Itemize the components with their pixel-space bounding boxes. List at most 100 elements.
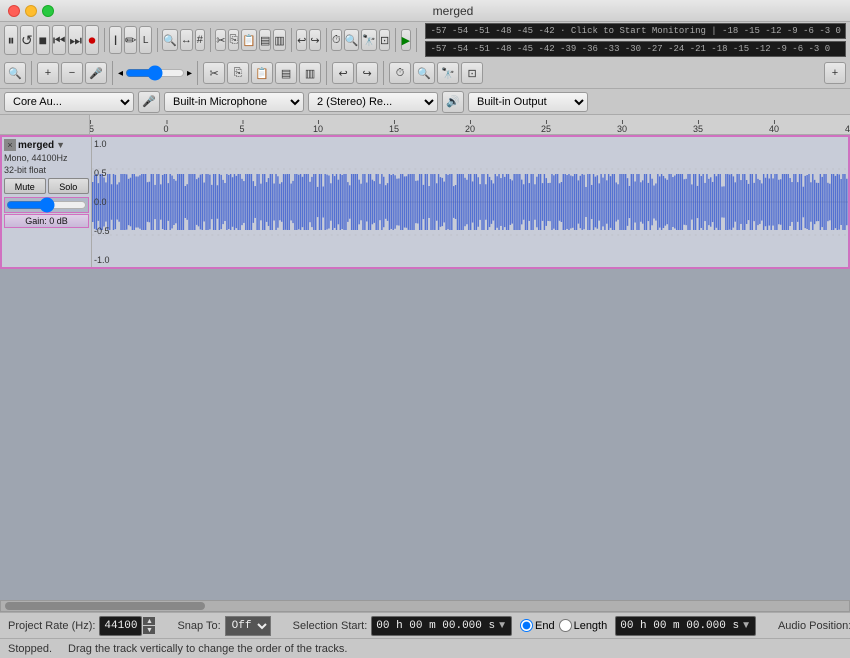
ruler-tick: 10 [313,124,323,134]
timeline-ruler: -5051015202530354045 [0,115,850,135]
sync-button[interactable]: ⏱ [331,29,342,51]
microphone-select[interactable]: Built-in Microphone [164,92,304,112]
paste-button[interactable]: 📋 [241,29,257,51]
output-select[interactable]: Built-in Output [468,92,588,112]
device-toolbar: Core Au... 🎤 Built-in Microphone 2 (Ster… [0,89,850,115]
maximize-button[interactable] [42,5,54,17]
redo2-button[interactable]: ↪ [356,62,378,84]
end-length-radio: End Length [520,619,607,632]
undo2-button[interactable]: ↩ [332,62,354,84]
plus-button[interactable]: + [37,62,59,84]
track-buttons: Mute Solo [4,178,89,194]
rate-up-button[interactable]: ▲ [143,617,155,625]
length-radio[interactable] [559,619,572,632]
silence-button[interactable]: ▥ [273,29,285,51]
toolbar: ⏸ ↺ ■ ⏮ ⏭ ⏺ I ✏ L 🔍 ↔ # ✂ ⎘ 📋 ▤ ▥ ↩ ↪ ⏱ … [0,22,850,89]
selection-start-section: Selection Start: 00 h 00 m 00.000 s ▼ [293,616,512,636]
trim-button[interactable]: ▤ [259,29,271,51]
scale-top: 1.0 [94,139,110,149]
solo-button[interactable]: Solo [48,178,90,194]
pan-button[interactable]: ↔ [180,29,193,51]
fit-button[interactable]: ⊡ [379,29,390,51]
core-audio-select[interactable]: Core Au... [4,92,134,112]
multi-button[interactable]: # [195,29,205,51]
length-radio-option[interactable]: Length [559,619,608,632]
track-dropdown-icon[interactable]: ▼ [56,140,65,150]
slider-label: ◂ [118,68,123,79]
track-name: merged [18,140,54,151]
project-rate-control: 44100 ▲ ▼ [99,616,155,636]
gain-slider-input[interactable] [125,67,185,79]
status-bar: Project Rate (Hz): 44100 ▲ ▼ Snap To: Of… [0,612,850,638]
redo-button[interactable]: ↪ [309,29,320,51]
mute-button[interactable]: Mute [4,178,46,194]
scrollbar-thumb[interactable] [5,602,205,610]
horizontal-scrollbar[interactable] [0,600,850,612]
snap-to-select[interactable]: Off [225,616,271,636]
envelope-tool-button[interactable]: ✏ [124,26,138,54]
project-rate-label: Project Rate (Hz): [8,620,95,632]
cut-button[interactable]: ✂ [215,29,226,51]
selection-end-dropdown[interactable]: ▼ [741,620,751,631]
speaker-icon-button[interactable]: 🔊 [442,91,464,113]
play-green-button[interactable]: ▶ [401,29,411,51]
close-button[interactable] [8,5,20,17]
loop-button[interactable]: ↺ [20,25,34,55]
track-info: Mono, 44100Hz 32-bit float [4,153,89,176]
selection-start-label: Selection Start: [293,620,368,632]
zoom-normal-button[interactable]: 🔍 [344,29,360,51]
effect1-button[interactable]: ✂ [203,62,225,84]
selection-start-dropdown[interactable]: ▼ [497,620,507,631]
mic-button[interactable]: 🎤 [85,62,107,84]
track-close-button[interactable]: × [4,139,16,151]
ruler-content: -5051015202530354045 [90,115,850,134]
toolbar-row2: 🔍 + − 🎤 ◂ ▸ ✂ ⎘ 📋 ▤ ▥ ↩ ↪ ⏱ 🔍 🔭 ⊡ + [0,58,850,88]
ruler-track: -5051015202530354045 [90,115,850,134]
window-title: merged [64,4,842,18]
effect4-button[interactable]: ▤ [275,62,297,84]
track-controls: × merged ▼ Mono, 44100Hz 32-bit float Mu… [2,137,92,267]
gain-range-input[interactable] [6,200,87,210]
mic-icon-button[interactable]: 🎤 [138,91,160,113]
undo-button[interactable]: ↩ [296,29,307,51]
scale-center: 0.0 [94,197,110,207]
meter-bottom[interactable]: -57 -54 -51 -48 -45 -42 -39 -36 -33 -30 … [425,41,845,57]
stop-button[interactable]: ■ [36,25,50,55]
effect5-button[interactable]: ▥ [299,62,321,84]
gain-label[interactable]: Gain: 0 dB [4,214,89,228]
zoom-tool-button[interactable]: L [139,26,151,54]
fit2-button[interactable]: ⊡ [461,62,483,84]
meter-top[interactable]: -57 -54 -51 -48 -45 -42 · Click to Start… [425,23,845,39]
select-tool-button[interactable]: I [109,26,121,54]
track-waveform[interactable]: 1.0 0.5 0.0 -0.5 -1.0 [92,137,848,267]
slider-label2: ▸ [187,68,192,79]
ffwd-button[interactable]: ⏭ [68,25,83,55]
scale-labels: 1.0 0.5 0.0 -0.5 -1.0 [94,137,110,267]
zoom3-button[interactable]: 🔭 [437,62,459,84]
track-sample-rate: Mono, 44100Hz [4,153,89,165]
plus2-button[interactable]: + [824,62,846,84]
separator12 [383,61,384,85]
zoom-out-button[interactable]: 🔭 [361,29,377,51]
rate-down-button[interactable]: ▼ [143,626,155,634]
rewind-button[interactable]: ⏮ [52,25,67,55]
end-radio-option[interactable]: End [520,619,555,632]
ruler-tick: 30 [617,124,627,134]
stereo-select[interactable]: 2 (Stereo) Re... [308,92,438,112]
minimize-button[interactable] [25,5,37,17]
search-button[interactable]: 🔍 [4,62,26,84]
track-row: × merged ▼ Mono, 44100Hz 32-bit float Mu… [0,135,850,269]
ruler-tick: 25 [541,124,551,134]
effect3-button[interactable]: 📋 [251,62,273,84]
end-radio[interactable] [520,619,533,632]
time-button[interactable]: ⏱ [389,62,411,84]
minus-button[interactable]: − [61,62,83,84]
project-rate-spinner[interactable]: ▲ ▼ [143,617,155,634]
effect2-button[interactable]: ⎘ [227,62,249,84]
copy-button[interactable]: ⎘ [228,29,239,51]
zoom-in-button[interactable]: 🔍 [162,29,178,51]
record-button[interactable]: ⏺ [85,25,99,55]
zoom2-button[interactable]: 🔍 [413,62,435,84]
pause-button[interactable]: ⏸ [4,25,18,55]
scale-bottom: -1.0 [94,255,110,265]
